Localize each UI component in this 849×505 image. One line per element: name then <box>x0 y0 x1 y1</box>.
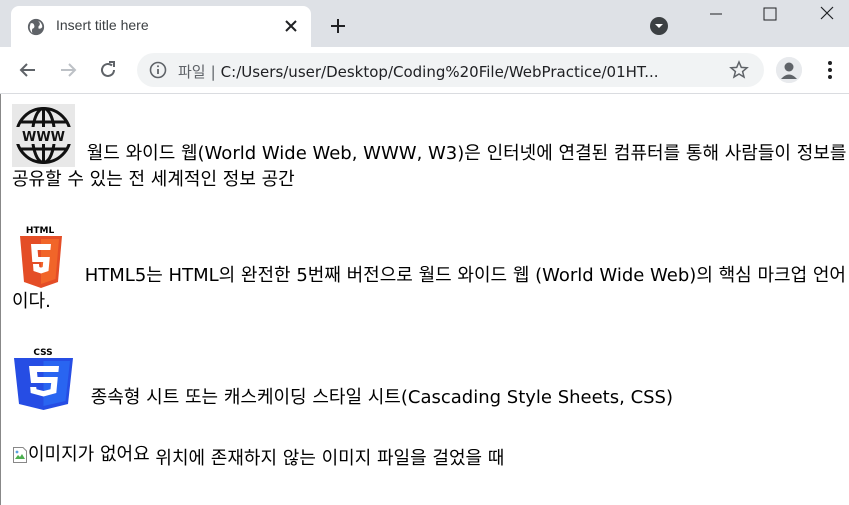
reload-icon[interactable] <box>97 59 119 81</box>
toolbar: 파일 | C:/Users/user/Desktop/Coding%20File/W… <box>0 47 849 94</box>
www-description: 월드 와이드 웹(World Wide Web, WWW, W3)은 인터넷에 … <box>12 143 847 190</box>
www-paragraph: WWW 월드 와이드 웹(World Wide Web, WWW, W3)은 인… <box>12 104 849 193</box>
menu-icon[interactable] <box>820 59 840 81</box>
browser-tab[interactable]: Insert title here <box>11 6 311 47</box>
svg-text:WWW: WWW <box>22 130 65 145</box>
css3-logo-text: CSS <box>33 348 52 358</box>
url-scheme: 파일 <box>178 63 206 81</box>
address-bar[interactable]: 파일 | C:/Users/user/Desktop/Coding%20File/W… <box>137 53 764 87</box>
url-text: 파일 | C:/Users/user/Desktop/Coding%20File/W… <box>178 61 659 82</box>
page-viewport: WWW 월드 와이드 웹(World Wide Web, WWW, W3)은 인… <box>0 94 849 505</box>
broken-image-description: 위치에 존재하지 않는 이미지 파일을 걸었을 때 <box>155 448 505 469</box>
info-icon[interactable] <box>149 61 167 79</box>
www-globe-icon: WWW <box>12 104 75 167</box>
tab-search-icon[interactable] <box>650 17 668 35</box>
url-path: C:/Users/user/Desktop/Coding%20File/WebP… <box>220 63 659 81</box>
plus-icon[interactable] <box>328 16 348 36</box>
html5-paragraph: HTML HTML5는 HTML의 완전한 5번째 버전으로 월드 와이드 웹 … <box>12 224 849 315</box>
html5-logo-text: HTML <box>26 226 55 236</box>
title-bar: Insert title here <box>0 0 849 47</box>
css3-logo: CSS <box>14 348 73 410</box>
maximize-icon[interactable] <box>760 4 780 24</box>
url-separator: | <box>210 63 216 81</box>
close-icon[interactable] <box>282 17 300 35</box>
broken-image-alt: 이미지가 없어요 <box>28 444 150 465</box>
minimize-icon[interactable] <box>706 4 726 24</box>
broken-image: 이미지가 없어요 <box>12 442 150 468</box>
star-icon[interactable] <box>729 60 749 80</box>
broken-image-paragraph: 이미지가 없어요 위치에 존재하지 않는 이미지 파일을 걸었을 때 <box>12 442 849 472</box>
css3-description: 종속형 시트 또는 캐스케이딩 스타일 시트(Cascading Style S… <box>90 387 674 408</box>
back-icon[interactable] <box>17 59 39 81</box>
html5-logo: HTML <box>20 226 62 288</box>
window-close-icon[interactable] <box>817 4 837 24</box>
globe-icon <box>27 18 45 36</box>
broken-image-icon <box>13 447 27 463</box>
css3-paragraph: CSS 종속형 시트 또는 캐스케이딩 스타일 시트(Cascading Sty… <box>12 346 849 411</box>
tab-title: Insert title here <box>56 17 149 33</box>
profile-icon[interactable] <box>776 57 802 83</box>
html5-description: HTML5는 HTML의 완전한 5번째 버전으로 월드 와이드 웹 (Worl… <box>12 265 846 312</box>
forward-icon[interactable] <box>57 59 79 81</box>
